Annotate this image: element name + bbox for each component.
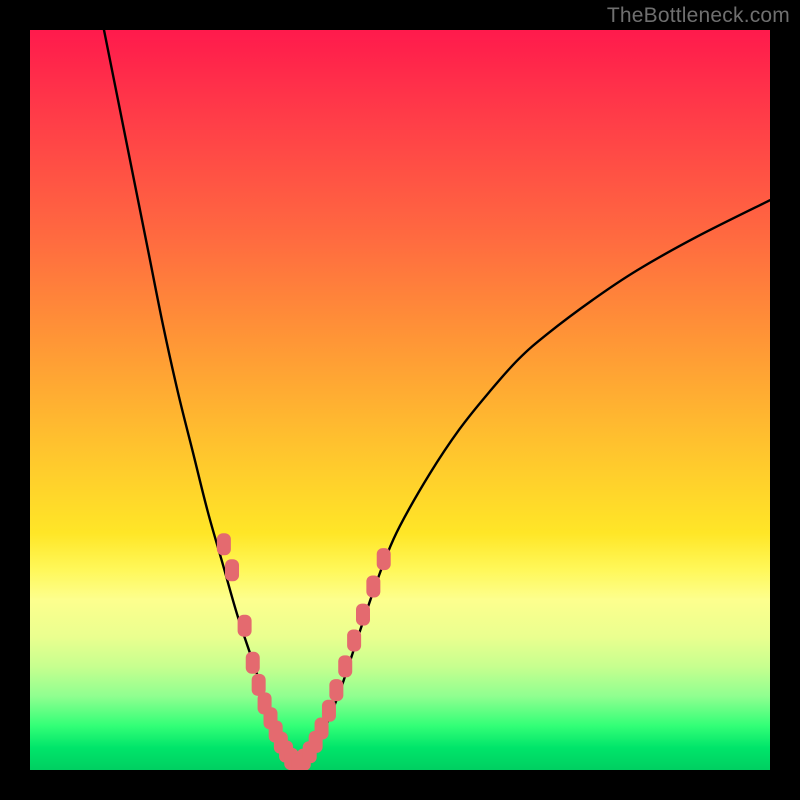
curve-right-branch xyxy=(296,200,770,766)
marker-left-markers-3 xyxy=(246,652,260,674)
marker-left-markers-0 xyxy=(217,533,231,555)
chart-svg xyxy=(30,30,770,770)
watermark-text: TheBottleneck.com xyxy=(607,4,790,28)
marker-left-markers-2 xyxy=(238,615,252,637)
marker-right-markers-6 xyxy=(329,679,343,701)
marker-right-markers-5 xyxy=(322,700,336,722)
marker-right-markers-7 xyxy=(338,655,352,677)
plot-area xyxy=(30,30,770,770)
marker-right-markers-11 xyxy=(377,548,391,570)
marker-right-markers-9 xyxy=(356,604,370,626)
marker-right-markers-8 xyxy=(347,630,361,652)
chart-frame: TheBottleneck.com xyxy=(0,0,800,800)
marker-right-markers-10 xyxy=(366,575,380,597)
marker-left-markers-1 xyxy=(225,559,239,581)
curve-left-branch xyxy=(104,30,296,766)
